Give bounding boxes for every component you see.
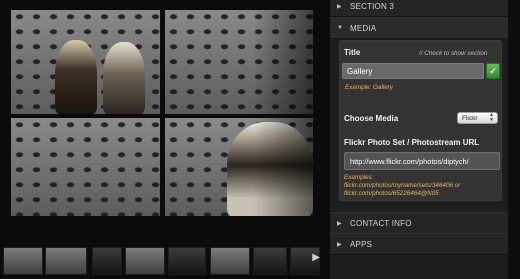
media-source-select[interactable]: Flickr ▲ ▼ xyxy=(457,112,498,124)
apps-header[interactable]: ▶ APPS xyxy=(330,233,508,255)
flickr-examples: Examples: flickr.com/photos/myname/sets/… xyxy=(344,174,504,198)
choose-media-label: Choose Media xyxy=(344,114,399,123)
triangle-right-icon: ▶ xyxy=(337,220,342,227)
flickr-url-label: Flickr Photo Set / Photostream URL xyxy=(344,138,480,147)
example-line: flickr.com/photos/myname/sets/346406 or xyxy=(344,182,461,189)
thumbnail[interactable] xyxy=(92,247,122,275)
example-line: flickr.com/photos/65226464@N05 xyxy=(344,190,439,197)
gallery-photo-4[interactable] xyxy=(165,118,313,216)
triangle-down-icon: ▼ xyxy=(337,25,344,31)
arrow-right-icon[interactable]: ▶ xyxy=(312,252,320,263)
title-hint: // Check to show section xyxy=(419,50,488,57)
triangle-right-icon: ▶ xyxy=(337,3,342,10)
thumbnail[interactable] xyxy=(45,247,87,275)
contact-info-header[interactable]: ▶ CONTACT INFO xyxy=(330,212,508,234)
contact-info-label: CONTACT INFO xyxy=(350,218,412,228)
media-label: MEDIA xyxy=(350,23,377,33)
section3-header[interactable]: ▶ SECTION 3 xyxy=(330,0,508,17)
thumbnail[interactable] xyxy=(125,247,165,275)
gallery-photo-3[interactable] xyxy=(11,118,160,216)
section3-label: SECTION 3 xyxy=(350,1,395,11)
apps-label: APPS xyxy=(350,239,373,249)
show-section-checkbox[interactable]: ✓ xyxy=(486,63,500,79)
media-header[interactable]: ▼ MEDIA xyxy=(330,17,508,39)
examples-label: Examples: xyxy=(344,174,374,181)
gallery-preview: ▶ xyxy=(0,0,330,279)
title-input[interactable]: Gallery xyxy=(342,63,484,79)
flickr-url-input[interactable]: http://www.flickr.com/photos/diptych/ xyxy=(344,152,500,170)
thumbnail[interactable] xyxy=(168,247,206,275)
settings-panel: ▶ SECTION 3 ▼ MEDIA Title // Check to sh… xyxy=(330,0,520,279)
check-icon: ✓ xyxy=(489,66,497,76)
photo-subject xyxy=(55,40,97,114)
triangle-right-icon: ▶ xyxy=(337,241,342,248)
gallery-photo-1[interactable] xyxy=(11,10,160,114)
thumbnail-strip xyxy=(0,244,330,279)
title-label: Title xyxy=(344,48,361,57)
media-settings-box: Title // Check to show section Gallery ✓… xyxy=(339,40,502,201)
title-example: Example: Gallery xyxy=(345,84,393,91)
photo-subject xyxy=(103,42,145,114)
thumbnail[interactable] xyxy=(3,247,43,275)
thumbnail[interactable] xyxy=(210,247,250,275)
media-source-value: Flickr xyxy=(462,115,478,122)
gallery-photo-2[interactable] xyxy=(165,10,313,114)
thumbnail[interactable] xyxy=(253,247,287,275)
select-arrows-icon: ▲ ▼ xyxy=(489,112,494,123)
